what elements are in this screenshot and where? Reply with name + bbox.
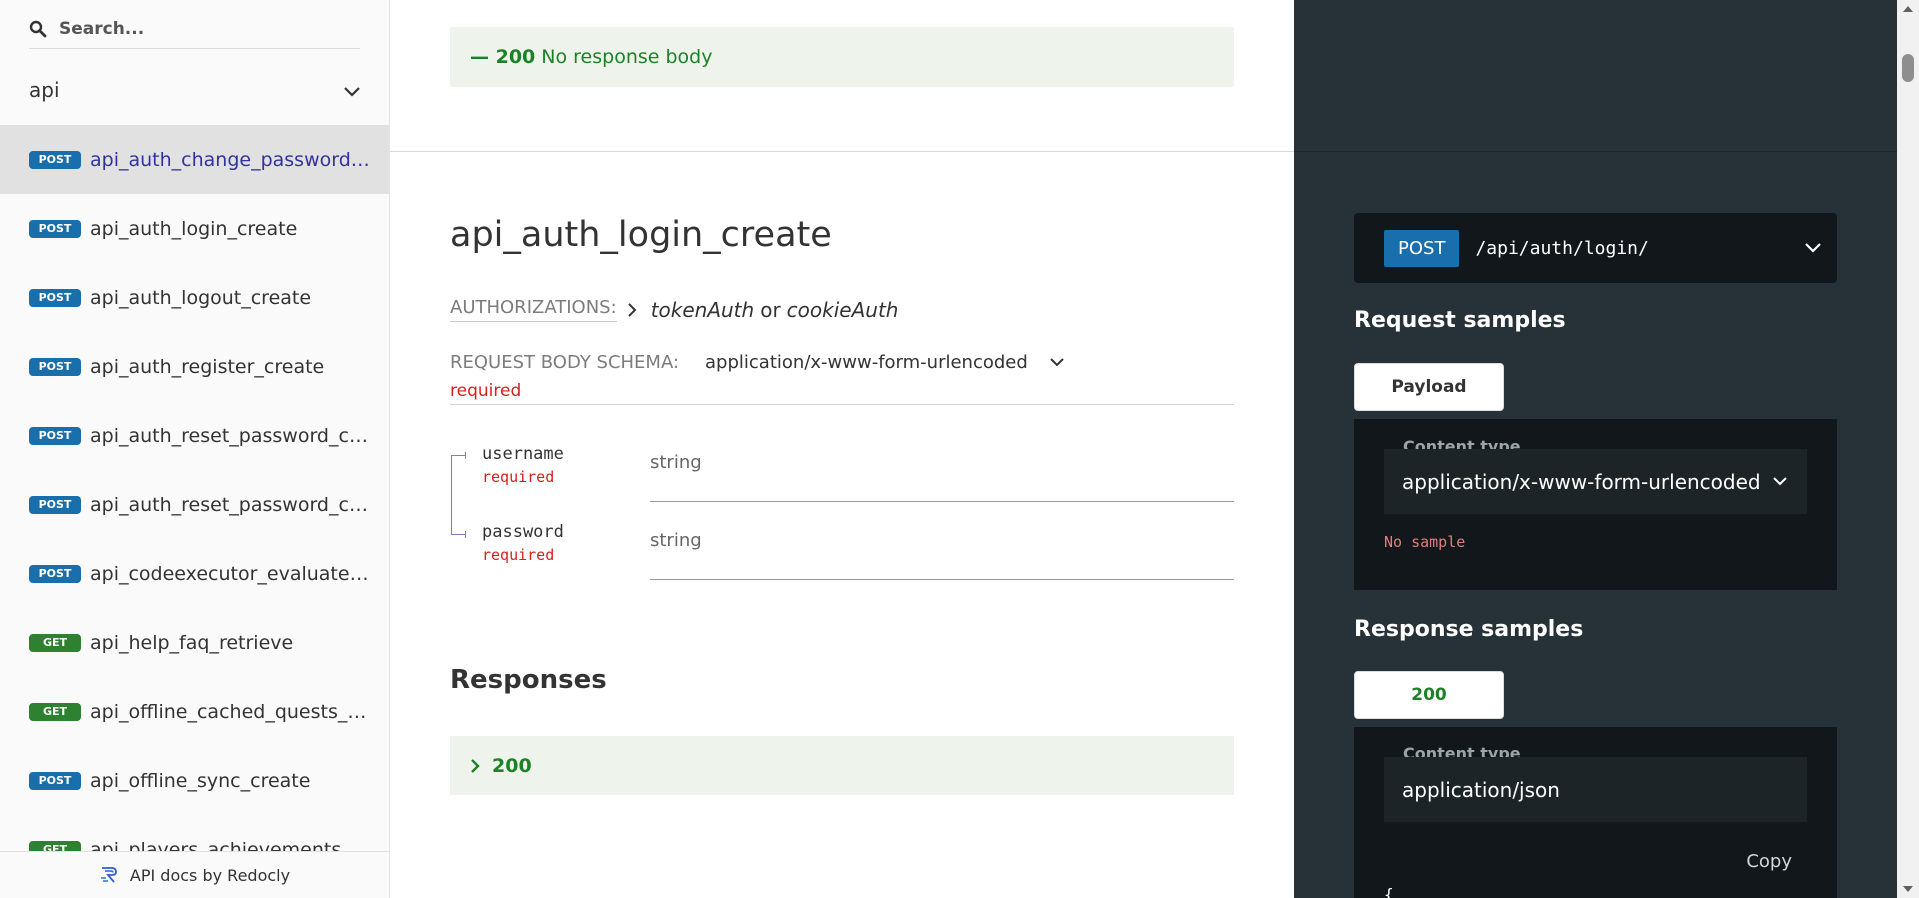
method-badge: POST — [29, 564, 81, 583]
method-badge: POST — [29, 426, 81, 445]
chevron-right-icon — [470, 758, 480, 774]
method-badge: POST — [29, 150, 81, 169]
chevron-down-icon — [1772, 477, 1787, 486]
body-required-label: required — [450, 381, 522, 401]
sidebar-item-api-auth-reset-password-confirm[interactable]: POST api_auth_reset_password_confirm_cre… — [0, 401, 389, 470]
schema-label: REQUEST BODY SCHEMA: — [450, 352, 680, 373]
method-badge: POST — [29, 495, 81, 514]
search-input[interactable] — [59, 19, 339, 39]
chevron-down-icon — [344, 78, 360, 102]
authorizations-row[interactable]: AUTHORIZATIONS: tokenAuth or cookieAuth — [450, 297, 898, 322]
search-icon — [29, 19, 49, 39]
authorizations-label: AUTHORIZATIONS: — [450, 297, 617, 322]
endpoint-path: /api/auth/login/ — [1475, 237, 1649, 259]
request-samples-heading: Request samples — [1354, 308, 1566, 333]
method-badge: POST — [29, 288, 81, 307]
page-scrollbar[interactable] — [1897, 0, 1919, 898]
method-badge: POST — [29, 771, 81, 790]
previous-response-200: — 200 No response body — [450, 27, 1234, 87]
response-description: No response body — [541, 46, 713, 68]
sidebar-item-api-auth-login-create[interactable]: POST api_auth_login_create — [0, 194, 389, 263]
chevron-down-icon — [1050, 358, 1064, 367]
sidebar-item-api-offline-cached-quests[interactable]: GET api_offline_cached_quests_retrieve — [0, 677, 389, 746]
request-sample-box: Content type application/x-www-form-urle… — [1354, 419, 1837, 590]
redocly-footer-link[interactable]: API docs by Redocly — [0, 851, 389, 898]
response-200-toggle[interactable]: 200 — [450, 736, 1234, 795]
sidebar-item-api-auth-logout-create[interactable]: POST api_auth_logout_create — [0, 263, 389, 332]
no-sample-text: No sample — [1384, 533, 1466, 551]
sidebar-item-label: api_auth_register_create — [90, 355, 325, 378]
sidebar-item-label: api_offline_cached_quests_retrieve — [90, 700, 372, 723]
version-select[interactable]: api — [29, 70, 360, 110]
property-type: string — [650, 530, 702, 551]
property-required: required — [482, 546, 555, 564]
scroll-up-icon[interactable] — [1903, 6, 1913, 12]
method-badge: GET — [29, 633, 81, 652]
sidebar-item-api-auth-reset-password[interactable]: POST api_auth_reset_password_create — [0, 470, 389, 539]
sidebar-item-api-auth-register-create[interactable]: POST api_auth_register_create — [0, 332, 389, 401]
copy-button[interactable]: Copy — [1746, 851, 1792, 872]
operation-content: — 200 No response body api_auth_login_cr… — [390, 0, 1294, 898]
property-divider — [650, 501, 1234, 502]
response-content-type: application/json — [1402, 777, 1560, 802]
sidebar-item-label: api_offline_sync_create — [90, 769, 311, 792]
sidebar-item-label: api_auth_change_password_create — [90, 148, 372, 171]
request-content-type: application/x-www-form-urlencoded — [1402, 469, 1761, 494]
property-required: required — [482, 468, 555, 486]
sidebar-item-label: api_codeexecutor_evaluate_create — [90, 562, 372, 585]
panel-divider — [1294, 151, 1897, 152]
endpoint-method-badge: POST — [1384, 229, 1460, 267]
sidebar-item-label: api_help_faq_retrieve — [90, 631, 294, 654]
payload-tab[interactable]: Payload — [1354, 363, 1504, 411]
auth-or: or — [760, 297, 781, 322]
sidebar-item-label: api_auth_reset_password_create — [90, 493, 372, 516]
content-type-select[interactable]: application/x-www-form-urlencoded — [705, 352, 1064, 373]
response-200-tab[interactable]: 200 — [1354, 671, 1504, 719]
scroll-down-icon[interactable] — [1903, 886, 1913, 892]
request-body-schema-row: REQUEST BODY SCHEMA: application/x-www-f… — [450, 352, 1064, 373]
property-username: username required string — [450, 440, 1234, 518]
schema-value: application/x-www-form-urlencoded — [705, 352, 1028, 373]
response-code: 200 — [492, 754, 532, 777]
property-name: username — [482, 444, 564, 464]
response-sample-box: Content type application/json Copy { — [1354, 727, 1837, 898]
response-code: — 200 — [470, 46, 536, 68]
request-content-type-select[interactable]: application/x-www-form-urlencoded — [1384, 449, 1807, 514]
json-sample-start: { — [1384, 885, 1394, 898]
operation-list: POST api_auth_change_password_create POS… — [0, 125, 389, 884]
responses-heading: Responses — [450, 665, 607, 695]
method-badge: POST — [29, 219, 81, 238]
property-name: password — [482, 522, 564, 542]
sidebar-item-api-auth-change-password-create[interactable]: POST api_auth_change_password_create — [0, 125, 389, 194]
section-divider — [390, 151, 1294, 152]
search-box — [29, 10, 360, 49]
operation-title: api_auth_login_create — [450, 215, 832, 255]
version-label: api — [29, 78, 60, 102]
scrollbar-thumb[interactable] — [1902, 54, 1914, 82]
response-content-type-select: application/json — [1384, 757, 1807, 822]
endpoint-toggle[interactable]: POST /api/auth/login/ — [1354, 213, 1837, 283]
sidebar-item-label: api_auth_reset_password_confirm_create — [90, 424, 372, 447]
response-samples-heading: Response samples — [1354, 617, 1584, 642]
auth-token: tokenAuth — [650, 297, 755, 322]
footer-text: API docs by Redocly — [129, 865, 291, 885]
property-password: password required string — [450, 518, 1234, 596]
chevron-right-icon — [627, 302, 637, 317]
auth-cookie: cookieAuth — [786, 297, 899, 322]
method-badge: POST — [29, 357, 81, 376]
chevron-down-icon — [1805, 243, 1821, 253]
sidebar: api POST api_auth_change_password_create… — [0, 0, 390, 898]
sidebar-item-api-codeexecutor-evaluate[interactable]: POST api_codeexecutor_evaluate_create — [0, 539, 389, 608]
sidebar-item-label: api_auth_logout_create — [90, 286, 312, 309]
sidebar-item-api-offline-sync-create[interactable]: POST api_offline_sync_create — [0, 746, 389, 815]
property-divider — [650, 579, 1234, 580]
sidebar-item-api-help-faq-retrieve[interactable]: GET api_help_faq_retrieve — [0, 608, 389, 677]
method-badge: GET — [29, 702, 81, 721]
redocly-logo-icon — [100, 865, 122, 885]
property-type: string — [650, 452, 702, 473]
samples-panel: POST /api/auth/login/ Request samples Pa… — [1294, 0, 1897, 898]
schema-divider — [450, 404, 1234, 405]
sidebar-item-label: api_auth_login_create — [90, 217, 298, 240]
